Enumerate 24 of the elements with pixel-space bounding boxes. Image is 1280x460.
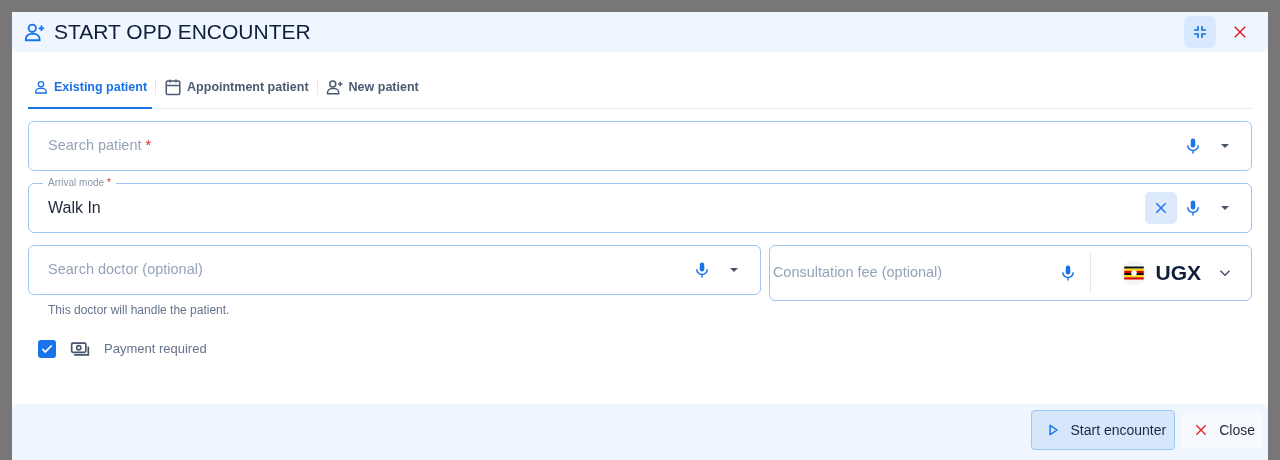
close-button[interactable]: Close (1180, 410, 1264, 450)
payment-label: Payment required (104, 340, 207, 358)
minimize-button[interactable] (1184, 16, 1216, 48)
consultation-fee-field[interactable]: Consultation fee (optional) UGX (768, 244, 1252, 301)
person-add-icon (325, 78, 344, 97)
start-encounter-button[interactable]: Start encounter (1031, 410, 1176, 450)
calendar-icon (164, 78, 183, 97)
currency-selector[interactable]: UGX (1155, 257, 1201, 289)
tab[interactable]: Existing patient (28, 66, 153, 109)
search-patient-field[interactable]: Search patient * (28, 120, 1252, 171)
helper-text: This doctor will handle the patient. (48, 301, 231, 319)
microphone-icon[interactable] (1184, 198, 1202, 217)
microphone-icon[interactable] (1184, 136, 1202, 155)
person-add-icon (24, 21, 46, 43)
dialog-title: START OPD ENCOUNTER (54, 19, 311, 45)
checkbox[interactable] (38, 339, 56, 358)
close-icon (1231, 23, 1249, 41)
person-icon (33, 79, 49, 96)
tab[interactable]: Appointment patient (159, 66, 314, 109)
minimize-icon (1192, 24, 1208, 40)
tab[interactable]: New patient (320, 66, 424, 109)
flag-icon (1121, 259, 1148, 286)
clear-button[interactable] (1145, 191, 1177, 224)
play-icon (1046, 423, 1061, 437)
